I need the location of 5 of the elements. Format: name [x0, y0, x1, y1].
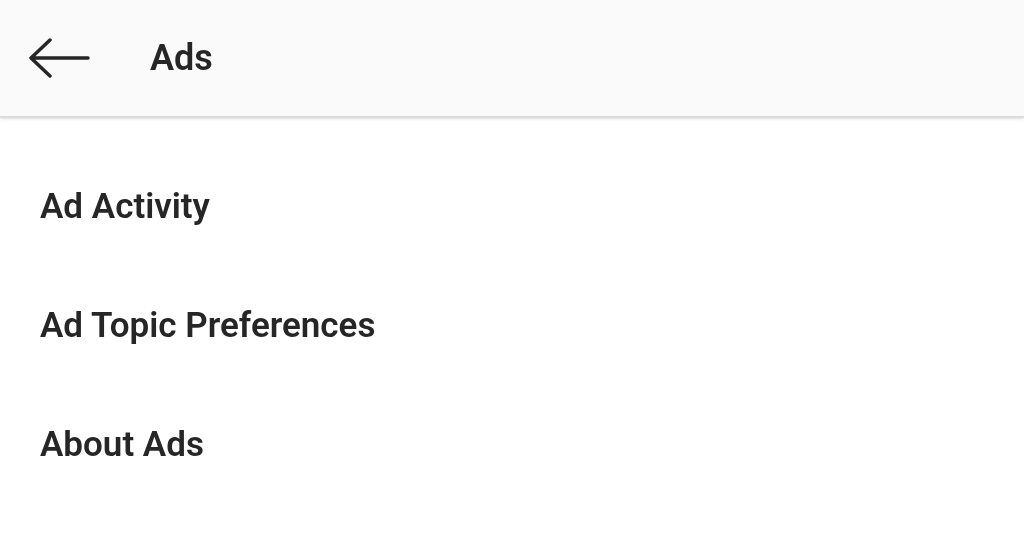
back-icon[interactable]	[28, 38, 90, 78]
page-title: Ads	[150, 36, 213, 81]
menu-item[interactable]: Ad Activity	[0, 148, 226, 267]
menu-item[interactable]: Ad Topic Preferences	[0, 267, 392, 386]
menu-item[interactable]: About Ads	[0, 386, 220, 505]
